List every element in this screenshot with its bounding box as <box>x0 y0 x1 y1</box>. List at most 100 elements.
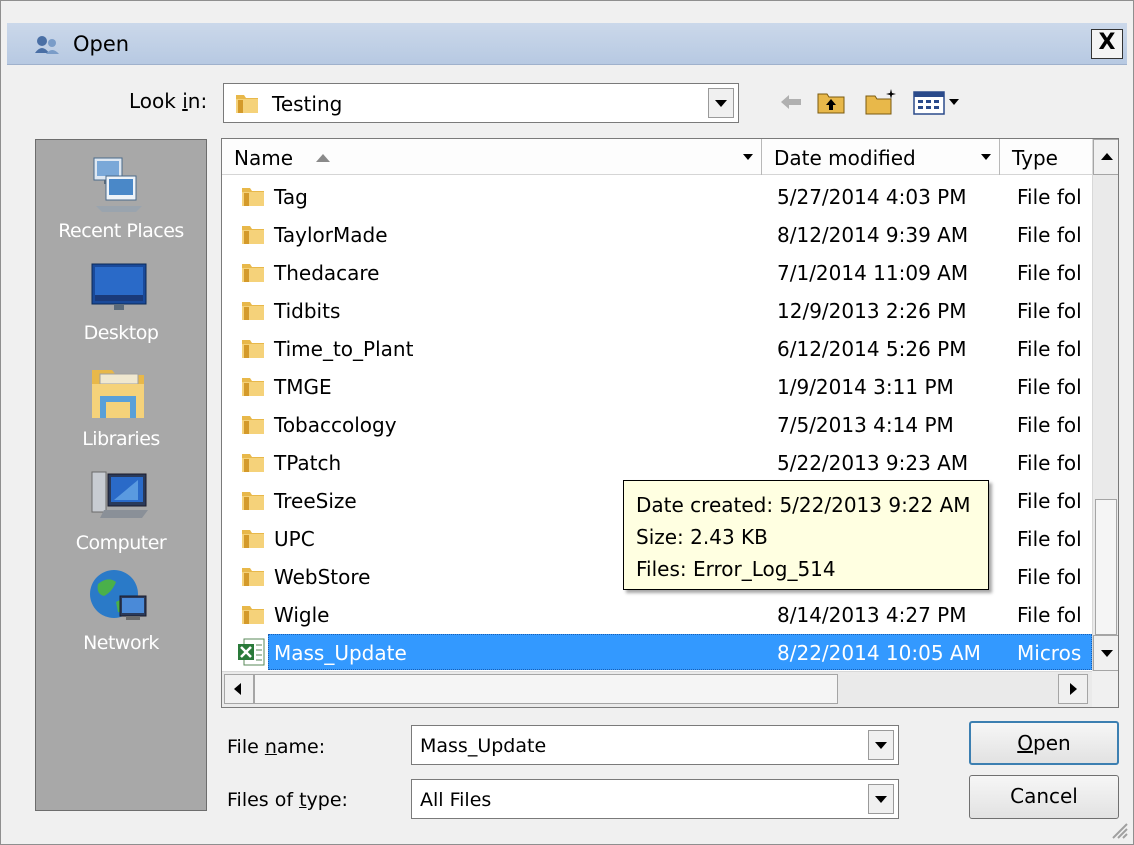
file-name: TMGE <box>274 375 332 399</box>
file-date-modified: 6/12/2014 5:26 PM <box>777 337 967 361</box>
file-row[interactable]: TPatch 5/22/2013 9:23 AM File fol <box>222 443 1092 481</box>
open-button[interactable]: Open <box>969 721 1119 765</box>
file-type: File fol <box>1017 413 1082 437</box>
arrow-down-icon <box>1101 650 1113 657</box>
column-type-label: Type <box>1012 146 1058 170</box>
resize-grip-icon[interactable] <box>1107 818 1129 840</box>
file-type: Micros <box>1017 641 1082 665</box>
place-label: Desktop <box>83 322 159 344</box>
horizontal-scroll-thumb[interactable] <box>254 674 838 704</box>
look-in-label: Look in: <box>129 89 208 113</box>
files-of-type-dropdown[interactable]: All Files <box>411 779 899 819</box>
look-in-dropdown[interactable]: Testing <box>223 83 739 123</box>
up-one-level-icon[interactable] <box>815 87 847 117</box>
vertical-scroll-thumb[interactable] <box>1095 499 1117 635</box>
column-header-type[interactable]: Type <box>1000 139 1092 175</box>
file-name: Tag <box>274 185 308 209</box>
file-type: File fol <box>1017 223 1082 247</box>
sort-ascending-icon <box>316 154 330 162</box>
folder-icon <box>242 606 264 624</box>
file-type: File fol <box>1017 185 1082 209</box>
folder-icon <box>242 530 264 548</box>
scroll-up-button[interactable] <box>1093 139 1118 175</box>
place-desktop[interactable]: Desktop <box>36 254 206 354</box>
column-date-label: Date modified <box>774 146 916 170</box>
folder-icon <box>242 264 264 282</box>
folder-icon <box>242 188 264 206</box>
file-type: File fol <box>1017 375 1082 399</box>
column-header-date[interactable]: Date modified <box>762 139 1000 175</box>
file-name-field[interactable]: Mass_Update <box>411 725 899 765</box>
file-name: TPatch <box>274 451 342 475</box>
file-type: File fol <box>1017 527 1082 551</box>
close-icon: X <box>1098 30 1116 55</box>
files-of-type-label: Files of type: <box>227 789 348 811</box>
look-in-dropdown-button[interactable] <box>708 88 734 118</box>
look-in-value: Testing <box>272 92 343 116</box>
network-icon <box>90 570 147 620</box>
scroll-right-button[interactable] <box>1058 674 1088 704</box>
title-bar[interactable]: Open X <box>7 23 1127 65</box>
recent-places-icon <box>93 157 142 212</box>
file-row[interactable]: Tobaccology 7/5/2013 4:14 PM File fol <box>222 405 1092 443</box>
scroll-down-button[interactable] <box>1093 635 1118 671</box>
folder-icon <box>242 302 264 320</box>
file-name-dropdown-button[interactable] <box>868 730 894 760</box>
place-libraries[interactable]: Libraries <box>36 358 206 458</box>
new-folder-icon[interactable] <box>863 87 899 117</box>
place-label: Network <box>83 632 159 654</box>
file-date-modified: 7/5/2013 4:14 PM <box>777 413 954 437</box>
file-row[interactable]: Tag 5/27/2014 4:03 PM File fol <box>222 177 1092 215</box>
close-button[interactable]: X <box>1091 29 1123 59</box>
arrow-right-icon <box>1070 683 1077 695</box>
file-name: UPC <box>274 527 315 551</box>
file-name: Time_to_Plant <box>274 337 414 361</box>
file-row[interactable]: TaylorMade 8/12/2014 9:39 AM File fol <box>222 215 1092 253</box>
back-arrow-icon[interactable] <box>777 87 805 117</box>
folder-icon <box>242 416 264 434</box>
column-header-name[interactable]: Name <box>222 139 762 175</box>
file-type: File fol <box>1017 603 1082 627</box>
file-row[interactable]: Wigle 8/14/2013 4:27 PM File fol <box>222 595 1092 633</box>
chevron-down-icon <box>981 154 991 160</box>
libraries-icon <box>92 370 144 418</box>
file-info-tooltip: Date created: 5/22/2013 9:22 AM Size: 2.… <box>623 480 989 590</box>
place-computer[interactable]: Computer <box>36 462 206 562</box>
scroll-left-button[interactable] <box>224 674 254 704</box>
cancel-button[interactable]: Cancel <box>969 775 1119 819</box>
places-bar: Recent Places Desktop Libraries Computer… <box>35 139 207 811</box>
file-type: File fol <box>1017 261 1082 285</box>
file-row[interactable]: Thedacare 7/1/2014 11:09 AM File fol <box>222 253 1092 291</box>
folder-icon <box>242 568 264 586</box>
file-row[interactable]: TMGE 1/9/2014 3:11 PM File fol <box>222 367 1092 405</box>
tooltip-date-created: Date created: 5/22/2013 9:22 AM <box>636 493 971 517</box>
file-row[interactable]: Tidbits 12/9/2013 2:26 PM File fol <box>222 291 1092 329</box>
folder-icon <box>242 378 264 396</box>
place-label: Recent Places <box>58 220 184 242</box>
file-list[interactable]: Name Date modified Type Tag 5/27/2014 4:0… <box>221 138 1119 708</box>
vertical-scrollbar[interactable] <box>1092 139 1118 671</box>
column-name-filter-button[interactable] <box>738 144 758 170</box>
horizontal-scrollbar[interactable] <box>222 671 1092 707</box>
file-row[interactable]: Mass_Update 8/22/2014 10:05 AM Micros <box>222 633 1092 671</box>
files-of-type-value: All Files <box>420 789 492 811</box>
file-date-modified: 8/12/2014 9:39 AM <box>777 223 969 247</box>
file-name: WebStore <box>274 565 371 589</box>
file-row[interactable]: Time_to_Plant 6/12/2014 5:26 PM File fol <box>222 329 1092 367</box>
files-of-type-dropdown-button[interactable] <box>868 784 894 814</box>
place-network[interactable]: Network <box>36 566 206 666</box>
column-date-filter-button[interactable] <box>976 144 996 170</box>
file-name: TaylorMade <box>274 223 388 247</box>
file-name-label: File name: <box>227 736 326 758</box>
file-name: Thedacare <box>274 261 380 285</box>
file-date-modified: 7/1/2014 11:09 AM <box>777 261 969 285</box>
folder-icon <box>242 454 264 472</box>
file-type: File fol <box>1017 337 1082 361</box>
folder-icon <box>236 95 258 113</box>
file-name: Tidbits <box>274 299 341 323</box>
view-menu-icon[interactable] <box>911 87 963 117</box>
place-recent-places[interactable]: Recent Places <box>36 150 206 250</box>
file-name: Tobaccology <box>274 413 397 437</box>
file-type: File fol <box>1017 299 1082 323</box>
file-type: File fol <box>1017 489 1082 513</box>
